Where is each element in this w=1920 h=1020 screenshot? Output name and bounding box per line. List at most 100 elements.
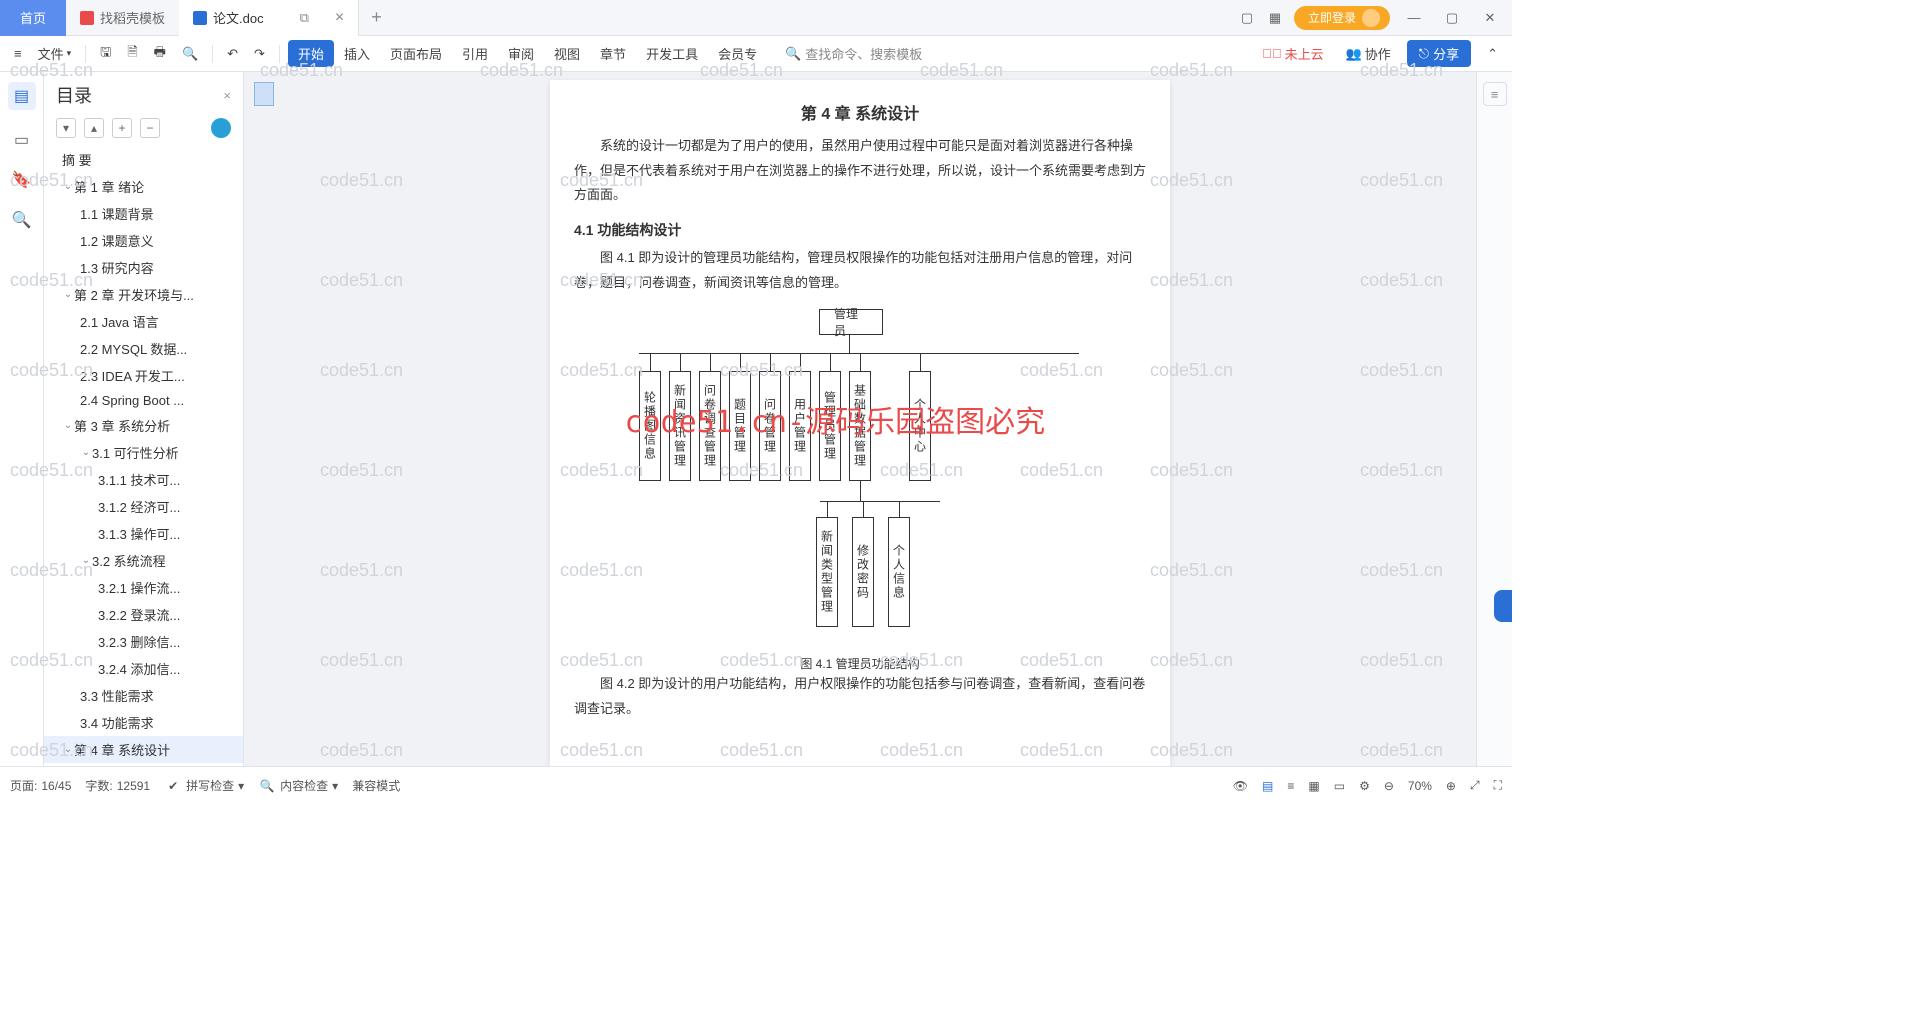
share-button[interactable]: ⎋ 分享 [1407, 40, 1471, 67]
zoom-level[interactable]: 70% [1408, 779, 1432, 793]
toc-item[interactable]: 3.1.3 操作可... [44, 520, 243, 547]
toc-label: 第 3 章 系统分析 [74, 416, 170, 435]
maximize-button[interactable]: ▢ [1438, 4, 1466, 32]
print-icon[interactable]: 🖶 [148, 39, 172, 69]
file-menu[interactable]: 文件 ▾ [32, 40, 78, 67]
separator [212, 45, 213, 63]
ai-assist-icon[interactable] [211, 118, 231, 138]
toc-item[interactable]: 1.2 课题意义 [44, 227, 243, 254]
toolbox-icon[interactable]: ≡ [1483, 82, 1507, 106]
ribbon-tab-4[interactable]: 审阅 [498, 40, 544, 67]
page-indicator[interactable]: 页面: 16/45 [10, 777, 71, 794]
section-heading: 4.1 功能结构设计 [574, 220, 1146, 240]
toc-item[interactable]: 1.1 课题背景 [44, 200, 243, 227]
bookmark-icon[interactable]: 🔖 [12, 170, 32, 190]
toc-item[interactable]: ⌄3.2 系统流程 [44, 547, 243, 574]
save-icon[interactable]: 🖫 [94, 39, 117, 69]
toc-item[interactable]: 4.1 功能结构设... [44, 763, 243, 766]
toc-item[interactable]: 2.2 MYSQL 数据... [44, 335, 243, 362]
document-viewport[interactable]: code51.cn-源码乐园盗图必究 第 4 章 系统设计 系统的设计一切都是为… [244, 72, 1476, 766]
compat-mode[interactable]: 兼容模式 [352, 777, 400, 794]
toc-item[interactable]: 3.2.1 操作流... [44, 574, 243, 601]
toc-item[interactable]: 3.2.2 登录流... [44, 601, 243, 628]
minimize-button[interactable]: — [1400, 4, 1428, 32]
diagram-line [827, 501, 828, 517]
toc-item[interactable]: 3.2.4 添加信... [44, 655, 243, 682]
redo-icon[interactable]: ↷ [248, 42, 271, 66]
share-icon: ⎋ [1419, 46, 1429, 62]
ribbon-tab-7[interactable]: 开发工具 [636, 40, 708, 67]
thumbnail-icon[interactable]: ▭ [12, 130, 32, 150]
ribbon-tab-6[interactable]: 章节 [590, 40, 636, 67]
zoom-settings-icon[interactable]: ⚙ [1359, 779, 1370, 793]
add-toc-icon[interactable]: + [112, 118, 132, 138]
doc-paragraph: 系统的设计一切都是为了用户的使用，虽然用户使用过程中可能只是面对着浏览器进行各种… [574, 134, 1146, 208]
collaboration-button[interactable]: 👥 协作 [1340, 40, 1397, 67]
view-outline-icon[interactable]: ≡ [1287, 779, 1294, 793]
diagram-line [650, 353, 651, 371]
toc-item[interactable]: ⌄第 4 章 系统设计 [44, 736, 243, 763]
layout-icon[interactable]: ▢ [1238, 9, 1256, 27]
tab-popout-icon[interactable]: ⧉ [300, 10, 309, 26]
tab-home[interactable]: 首页 [0, 0, 66, 36]
toc-item[interactable]: 2.1 Java 语言 [44, 308, 243, 335]
collapse-all-icon[interactable]: ▾ [56, 118, 76, 138]
close-icon[interactable]: × [335, 9, 344, 27]
toc-item[interactable]: 3.4 功能需求 [44, 709, 243, 736]
view-read-icon[interactable]: ▭ [1334, 779, 1345, 793]
command-search[interactable]: 🔍 查找命令、搜索模板 [785, 44, 922, 63]
ribbon-tab-2[interactable]: 页面布局 [380, 40, 452, 67]
content-check[interactable]: 🔍内容检查 ▾ [258, 777, 338, 795]
sidebar-close-icon[interactable]: × [223, 88, 231, 103]
toc-item[interactable]: ⌄第 2 章 开发环境与... [44, 281, 243, 308]
toc-item[interactable]: ⌄3.1 可行性分析 [44, 439, 243, 466]
feedback-tab[interactable] [1494, 590, 1512, 622]
spell-check[interactable]: ✔拼写检查 ▾ [164, 777, 244, 795]
tab-templates[interactable]: 找稻壳模板 [66, 0, 179, 36]
apps-icon[interactable]: ▦ [1266, 9, 1284, 27]
fullscreen-icon[interactable]: ⛶ [1494, 778, 1502, 793]
toc-item[interactable]: 3.1.2 经济可... [44, 493, 243, 520]
toc-item[interactable]: 3.1.1 技术可... [44, 466, 243, 493]
remove-toc-icon[interactable]: − [140, 118, 160, 138]
toc-item[interactable]: 2.3 IDEA 开发工... [44, 362, 243, 389]
word-count[interactable]: 字数: 12591 [85, 777, 150, 794]
zoom-out-button[interactable]: ⊖ [1384, 779, 1394, 793]
view-web-icon[interactable]: ▦ [1308, 779, 1319, 793]
people-icon: 👥 [1346, 46, 1362, 62]
ribbon-tab-8[interactable]: 会员专 [708, 40, 767, 67]
toc-item[interactable]: ⌄第 1 章 绪论 [44, 173, 243, 200]
outline-icon[interactable]: ▤ [8, 82, 36, 110]
print-preview-icon[interactable]: 🔍 [176, 42, 204, 66]
toc-item[interactable]: 3.2.3 删除信... [44, 628, 243, 655]
page-thumb-icon[interactable] [254, 82, 274, 106]
login-button[interactable]: 立即登录 [1294, 6, 1390, 30]
toc-item[interactable]: 3.3 性能需求 [44, 682, 243, 709]
spellcheck-icon: ✔ [164, 777, 182, 795]
toc-item[interactable]: 1.3 研究内容 [44, 254, 243, 281]
save-as-icon[interactable]: 🗎 [121, 39, 143, 69]
toc-label: 摘 要 [62, 150, 92, 169]
collapse-ribbon-icon[interactable]: ⌃ [1481, 42, 1504, 66]
find-icon[interactable]: 🔍 [12, 210, 32, 230]
menu-button[interactable]: ≡ [8, 42, 28, 65]
diagram-node: 管理员 [819, 309, 883, 335]
expand-all-icon[interactable]: ▴ [84, 118, 104, 138]
ribbon-tab-5[interactable]: 视图 [544, 40, 590, 67]
toc-label: 1.3 研究内容 [80, 258, 154, 277]
fit-width-icon[interactable]: ⤢ [1470, 778, 1480, 793]
cloud-status[interactable]: ☁⃠ 未上云 [1256, 40, 1330, 67]
new-tab-button[interactable]: + [359, 0, 394, 36]
close-button[interactable]: ✕ [1476, 4, 1504, 32]
tab-document[interactable]: 论文.doc ⧉ × [179, 0, 359, 36]
ribbon-tab-1[interactable]: 插入 [334, 40, 380, 67]
zoom-in-button[interactable]: ⊕ [1446, 779, 1456, 793]
view-print-icon[interactable]: ▤ [1262, 779, 1273, 793]
toc-item[interactable]: 2.4 Spring Boot ... [44, 389, 243, 412]
toc-item[interactable]: 摘 要 [44, 146, 243, 173]
eye-protect-icon[interactable]: 👁 [1233, 779, 1248, 793]
ribbon-tab-0[interactable]: 开始 [288, 40, 334, 67]
ribbon-tab-3[interactable]: 引用 [452, 40, 498, 67]
toc-item[interactable]: ⌄第 3 章 系统分析 [44, 412, 243, 439]
undo-icon[interactable]: ↶ [221, 42, 244, 66]
